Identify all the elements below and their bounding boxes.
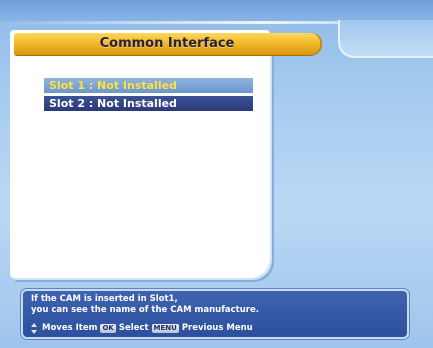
help-text-line-2: you can see the name of the CAM manufact… xyxy=(31,305,259,315)
slot-2-item[interactable]: Slot 2 : Not Installed xyxy=(44,96,253,111)
moves-item-hint: Moves Item xyxy=(42,322,98,333)
select-hint: Select xyxy=(118,322,149,333)
menu-key-icon: MENU xyxy=(151,323,179,333)
previous-menu-hint: Previous Menu xyxy=(181,322,253,333)
top-band xyxy=(0,0,433,24)
help-box: If the CAM is inserted in Slot1, you can… xyxy=(21,289,409,339)
up-down-arrows-icon xyxy=(30,322,39,334)
side-tab-decoration xyxy=(338,20,433,58)
slot-1-item[interactable]: Slot 1 : Not Installed xyxy=(44,78,253,93)
page-title: Common Interface xyxy=(99,36,235,51)
ok-key-icon: OK xyxy=(100,323,116,333)
key-hints: Moves Item OK Select MENU Previous Menu xyxy=(30,322,253,334)
title-bar: Common Interface xyxy=(14,33,320,55)
help-text-line-1: If the CAM is inserted in Slot1, xyxy=(31,294,178,304)
main-panel xyxy=(10,30,270,278)
